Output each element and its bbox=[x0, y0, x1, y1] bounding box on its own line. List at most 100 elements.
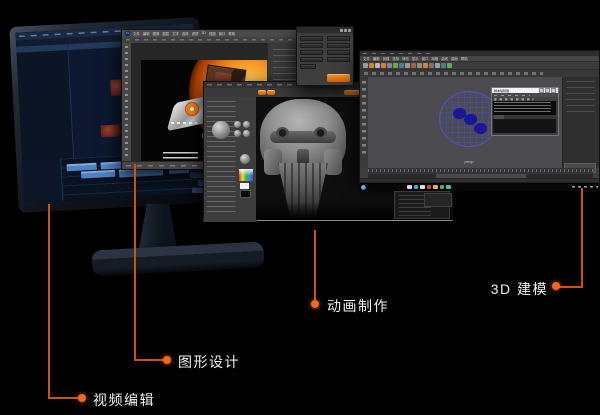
taskbar-app-icon[interactable] bbox=[413, 184, 418, 190]
shelf-tool-icon[interactable] bbox=[381, 63, 386, 68]
callout-line-graphic-design bbox=[134, 164, 136, 360]
shelf-tool-icon[interactable] bbox=[429, 63, 434, 68]
color-picker[interactable] bbox=[239, 169, 253, 181]
menu-item[interactable]: 编辑 bbox=[373, 56, 380, 61]
menu-item[interactable]: 编辑 bbox=[143, 31, 150, 36]
menu-item[interactable]: 视图 bbox=[209, 31, 216, 36]
minimize-icon[interactable] bbox=[340, 29, 343, 32]
dialog-field[interactable] bbox=[327, 43, 350, 48]
script-editor-window: 脚本编辑器 bbox=[491, 87, 559, 136]
photoshop-menu-items: 文件 编辑 图像 图层 文字 选择 滤镜 3D 视图 窗口 帮助 bbox=[133, 31, 235, 36]
maximize-icon[interactable] bbox=[344, 29, 347, 32]
dialog-field[interactable] bbox=[327, 50, 350, 55]
shelf-tool-icon[interactable] bbox=[405, 63, 410, 68]
menu-item[interactable]: 选择 bbox=[392, 56, 399, 61]
shelf-tool-icon[interactable] bbox=[387, 63, 392, 68]
menu-item[interactable]: 创建 bbox=[383, 56, 390, 61]
zbrush-tool-button[interactable] bbox=[344, 90, 360, 95]
start-button-icon[interactable] bbox=[361, 184, 366, 190]
monitor-stand-base bbox=[91, 241, 265, 277]
alpha-thumbnail[interactable] bbox=[240, 154, 250, 164]
menu-item[interactable]: 窗口 bbox=[422, 56, 429, 61]
photoshop-logo: Ps bbox=[125, 31, 130, 36]
taskbar-app-icon[interactable] bbox=[439, 184, 444, 190]
taskbar-app-icon[interactable] bbox=[420, 184, 425, 190]
zbrush-edit-button[interactable] bbox=[258, 90, 266, 95]
callout-dot-graphic-design bbox=[163, 356, 171, 364]
sculpt-skull-nose bbox=[297, 149, 309, 165]
menu-item[interactable]: 选择 bbox=[182, 31, 189, 36]
dialog-field[interactable] bbox=[300, 57, 323, 62]
brush-thumbnail[interactable] bbox=[243, 121, 250, 128]
dialog-field[interactable] bbox=[327, 57, 350, 62]
poster-spec-text-left bbox=[163, 152, 198, 161]
menu-item[interactable]: 修改 bbox=[402, 56, 409, 61]
shelf-tool-icon[interactable] bbox=[399, 63, 404, 68]
shelf-tool-icon[interactable] bbox=[447, 63, 452, 68]
brush-thumbnail[interactable] bbox=[234, 130, 241, 137]
menu-item[interactable]: 文字 bbox=[172, 31, 179, 36]
menu-item[interactable]: 文件 bbox=[133, 31, 140, 36]
taskbar-app-icon[interactable] bbox=[426, 184, 431, 190]
poster-caption bbox=[171, 122, 197, 124]
dialog-field[interactable] bbox=[327, 36, 350, 41]
shelf-tool-icon[interactable] bbox=[417, 63, 422, 68]
callout-label-video-editing: 视频编辑 bbox=[93, 392, 155, 408]
menu-item[interactable]: 文件 bbox=[363, 56, 370, 61]
shelf-tool-icon[interactable] bbox=[411, 63, 416, 68]
model-blob bbox=[474, 123, 487, 134]
callout-line-animation bbox=[314, 230, 316, 302]
taskbar-app-icon[interactable] bbox=[446, 184, 451, 190]
script-editor-output[interactable] bbox=[493, 101, 556, 115]
maya-shelf bbox=[360, 62, 599, 70]
dialog-titlebar[interactable] bbox=[297, 27, 353, 33]
dialog-field[interactable] bbox=[300, 50, 323, 55]
sculpt-skull-eye bbox=[314, 127, 327, 139]
dialog-field[interactable] bbox=[300, 36, 323, 41]
menu-item[interactable]: 图层 bbox=[162, 31, 169, 36]
shelf-tool-icon[interactable] bbox=[369, 63, 374, 68]
dialog-field[interactable] bbox=[300, 43, 323, 48]
panel-header bbox=[16, 44, 68, 53]
shelf-tool-icon[interactable] bbox=[435, 63, 440, 68]
dialog-confirm-button[interactable] bbox=[327, 74, 350, 82]
dialog-field[interactable] bbox=[300, 64, 316, 69]
menu-item[interactable]: 曲线 bbox=[441, 56, 448, 61]
menu-item[interactable]: 曲面 bbox=[451, 56, 458, 61]
callout-line-video-editing bbox=[48, 204, 50, 399]
sculpt-skull-eye bbox=[276, 127, 289, 139]
close-icon[interactable] bbox=[348, 29, 351, 32]
shelf-tool-icon[interactable] bbox=[423, 63, 428, 68]
script-editor-title: 脚本编辑器 bbox=[494, 88, 510, 93]
menu-item[interactable]: 图像 bbox=[153, 31, 160, 36]
sculpt-skull-cheek bbox=[324, 149, 342, 175]
menu-item[interactable]: 帮助 bbox=[228, 31, 235, 36]
menu-item[interactable]: 窗口 bbox=[219, 31, 226, 36]
menu-item[interactable]: 滤镜 bbox=[192, 31, 199, 36]
brush-thumbnail[interactable] bbox=[212, 121, 230, 139]
maya-window: 文件 编辑 创建 选择 修改 显示 窗口 网格 曲线 曲面 帮助 persp bbox=[359, 50, 600, 184]
brush-thumbnail[interactable] bbox=[243, 130, 250, 137]
brush-thumbnail[interactable] bbox=[234, 121, 241, 128]
color-swatch-black[interactable] bbox=[240, 190, 251, 198]
taskbar-app-icon[interactable] bbox=[433, 184, 438, 190]
menu-item[interactable]: 网格 bbox=[431, 56, 438, 61]
zbrush-draw-button[interactable] bbox=[267, 90, 275, 95]
shelf-tool-icon[interactable] bbox=[393, 63, 398, 68]
script-editor-input[interactable] bbox=[493, 119, 556, 133]
video-editor-project-panel bbox=[16, 44, 75, 161]
callout-line-video-editing bbox=[48, 397, 80, 399]
shelf-tool-icon[interactable] bbox=[375, 63, 380, 68]
shelf-tool-icon[interactable] bbox=[363, 63, 368, 68]
maya-shelf-icons bbox=[363, 63, 452, 68]
callout-label-animation: 动画制作 bbox=[327, 298, 389, 314]
menu-item[interactable]: 3D bbox=[201, 31, 205, 36]
system-tray[interactable] bbox=[572, 184, 598, 190]
context-submenu[interactable] bbox=[424, 193, 452, 207]
shelf-tool-icon[interactable] bbox=[441, 63, 446, 68]
color-swatch-white[interactable] bbox=[240, 183, 249, 189]
menu-item[interactable]: 显示 bbox=[412, 56, 419, 61]
menu-item[interactable]: 帮助 bbox=[461, 56, 468, 61]
taskbar-app-icon[interactable] bbox=[407, 184, 412, 190]
poster-disc-logo bbox=[185, 102, 199, 116]
